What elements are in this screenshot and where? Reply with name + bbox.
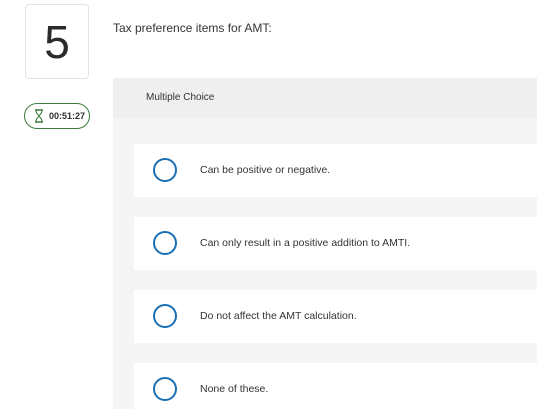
- radio-button[interactable]: [153, 377, 177, 401]
- choice-label: None of these.: [200, 383, 269, 395]
- choice-label: Can be positive or negative.: [200, 164, 331, 176]
- radio-button[interactable]: [153, 231, 177, 255]
- question-number: 5: [25, 4, 89, 79]
- panel-header: Multiple Choice: [113, 78, 537, 118]
- choice-option-4[interactable]: None of these.: [134, 363, 537, 409]
- radio-button[interactable]: [153, 158, 177, 182]
- timer-value: 00:51:27: [49, 111, 86, 121]
- choice-label: Do not affect the AMT calculation.: [200, 310, 357, 322]
- choice-option-3[interactable]: Do not affect the AMT calculation.: [134, 290, 537, 343]
- choice-label: Can only result in a positive addition t…: [200, 237, 411, 249]
- radio-button[interactable]: [153, 304, 177, 328]
- choice-option-2[interactable]: Can only result in a positive addition t…: [134, 217, 537, 270]
- choice-option-1[interactable]: Can be positive or negative.: [134, 144, 537, 197]
- answer-panel: Multiple Choice Can be positive or negat…: [113, 78, 537, 409]
- question-prompt: Tax preference items for AMT:: [113, 21, 272, 35]
- question-type-label: Multiple Choice: [146, 92, 215, 103]
- question-page: 5 00:51:27 Tax preference items for AMT:…: [0, 0, 537, 409]
- hourglass-icon: [35, 109, 43, 123]
- timer-badge: 00:51:27: [24, 103, 90, 129]
